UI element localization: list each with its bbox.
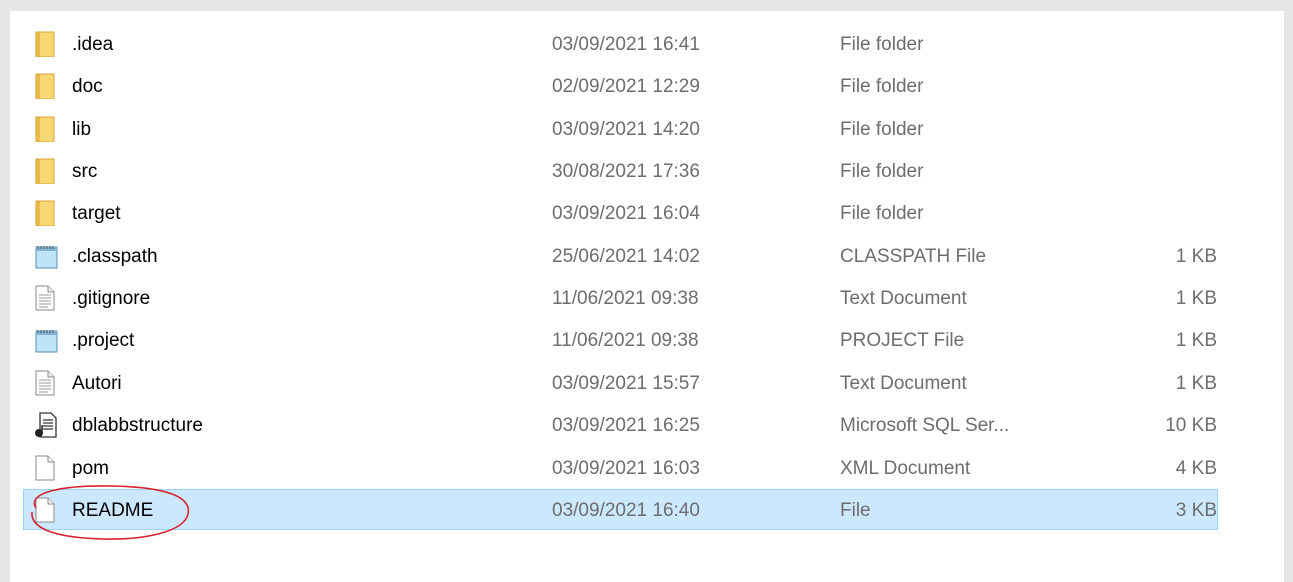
- file-name: .gitignore: [72, 288, 151, 309]
- file-size: [1097, 193, 1217, 234]
- file-size: 3 KB: [1175, 500, 1217, 521]
- file-name: .project: [72, 330, 135, 351]
- file-size: 1 KB: [1175, 373, 1217, 394]
- file-name: target: [72, 203, 121, 224]
- file-icon-cell: [34, 320, 62, 361]
- file-row[interactable]: pom 03/09/2021 16:03 XML Document 4 KB: [23, 447, 1218, 488]
- file-row[interactable]: .project 11/06/2021 09:38 PROJECT File 1 KB: [23, 319, 1218, 360]
- file-type: File folder: [840, 119, 924, 140]
- red-annotation-circle: [31, 485, 190, 540]
- file-size: [1097, 109, 1217, 150]
- file-row[interactable]: README 03/09/2021 16:40 File 3 KB: [23, 489, 1218, 530]
- file-icon-cell: [34, 278, 62, 319]
- file-name: .idea: [72, 34, 114, 55]
- file-size: 4 KB: [1175, 458, 1217, 479]
- file-size: [1097, 151, 1217, 192]
- file-date-modified: 03/09/2021 16:41: [552, 34, 700, 55]
- file-type: Text Document: [840, 288, 967, 309]
- file-type: File folder: [840, 76, 924, 97]
- file-name: .classpath: [72, 246, 158, 267]
- file-size: 1 KB: [1175, 330, 1217, 351]
- file-type: Text Document: [840, 373, 967, 394]
- file-size: 1 KB: [1175, 246, 1217, 267]
- file-name: Autori: [72, 373, 122, 394]
- file-type: File folder: [840, 161, 924, 182]
- file-date-modified: 03/09/2021 16:25: [552, 415, 700, 436]
- file-icon-cell: [34, 236, 62, 277]
- file-size: [1097, 66, 1217, 107]
- file-size: [1097, 24, 1217, 65]
- file-icon-cell: [34, 193, 62, 234]
- file-icon-cell: [34, 24, 62, 65]
- file-date-modified: 02/09/2021 12:29: [552, 76, 700, 97]
- file-date-modified: 03/09/2021 15:57: [552, 373, 700, 394]
- file-row[interactable]: target 03/09/2021 16:04 File folder: [23, 192, 1218, 233]
- file-date-modified: 11/06/2021 09:38: [552, 330, 699, 351]
- file-date-modified: 03/09/2021 16:04: [552, 203, 700, 224]
- file-type: CLASSPATH File: [840, 246, 987, 267]
- file-type: File folder: [840, 203, 924, 224]
- file-row[interactable]: src 30/08/2021 17:36 File folder: [23, 150, 1218, 191]
- file-row[interactable]: .gitignore 11/06/2021 09:38 Text Document 1…: [23, 277, 1218, 318]
- file-row[interactable]: .classpath 25/06/2021 14:02 CLASSPATH File…: [23, 235, 1218, 276]
- file-type: XML Document: [840, 458, 971, 479]
- file-icon-cell: [34, 363, 62, 404]
- file-name: src: [72, 161, 98, 182]
- file-icon-cell: [34, 151, 62, 192]
- file-row[interactable]: doc 02/09/2021 12:29 File folder: [23, 65, 1218, 106]
- file-date-modified: 25/06/2021 14:02: [552, 246, 700, 267]
- file-row[interactable]: Autori 03/09/2021 15:57 Text Document 1 KB: [23, 362, 1218, 403]
- file-name: lib: [72, 119, 92, 140]
- file-name: doc: [72, 76, 103, 97]
- file-size: 10 KB: [1165, 415, 1217, 436]
- file-type: File folder: [840, 34, 924, 55]
- file-row[interactable]: dblabbstructure 03/09/2021 16:25 Microsoft…: [23, 404, 1218, 445]
- file-date-modified: 03/09/2021 16:03: [552, 458, 700, 479]
- file-row[interactable]: .idea 03/09/2021 16:41 File folder: [23, 23, 1218, 64]
- file-type: PROJECT File: [840, 330, 965, 351]
- file-icon-cell: [34, 66, 62, 107]
- file-date-modified: 30/08/2021 17:36: [552, 161, 700, 182]
- file-date-modified: 03/09/2021 16:40: [552, 500, 700, 521]
- file-type: Microsoft SQL Ser...: [840, 415, 1010, 436]
- file-icon-cell: [34, 109, 62, 150]
- file-name: dblabbstructure: [72, 415, 203, 436]
- file-date-modified: 03/09/2021 14:20: [552, 119, 700, 140]
- file-type: File: [840, 500, 871, 521]
- file-icon-cell: [34, 405, 62, 446]
- file-row[interactable]: lib 03/09/2021 14:20 File folder: [23, 108, 1218, 149]
- file-size: 1 KB: [1175, 288, 1217, 309]
- file-date-modified: 11/06/2021 09:38: [552, 288, 699, 309]
